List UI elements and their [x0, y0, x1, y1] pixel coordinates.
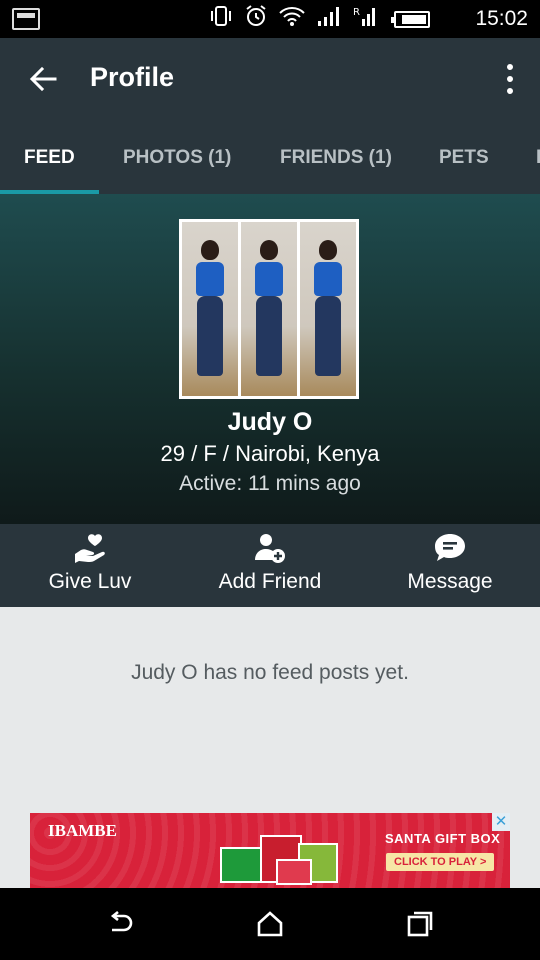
profile-active-status: Active: 11 mins ago — [179, 472, 361, 495]
status-icons: R — [208, 4, 430, 35]
alarm-icon — [244, 4, 268, 35]
gift-box-image — [200, 819, 360, 885]
navigation-bar — [0, 888, 540, 960]
ad-cta-button[interactable]: CLICK TO PLAY > — [386, 853, 495, 871]
photo-panel — [300, 222, 356, 396]
wifi-icon — [278, 5, 306, 34]
add-friend-button[interactable]: Add Friend — [180, 524, 360, 607]
roaming-signal-icon: R — [352, 5, 378, 34]
screenshot-icon — [12, 8, 40, 30]
action-bar: Give Luv Add Friend Message — [0, 524, 540, 607]
tab-feed[interactable]: FEED — [24, 122, 75, 194]
svg-text:R: R — [353, 7, 360, 18]
arrow-left-icon[interactable] — [28, 64, 58, 94]
status-time: 15:02 — [475, 7, 528, 30]
tab-pets[interactable]: PETS — [439, 122, 489, 194]
give-luv-button[interactable]: Give Luv — [0, 524, 180, 607]
add-person-icon — [253, 532, 287, 564]
profile-photo[interactable] — [179, 219, 359, 399]
message-button[interactable]: Message — [360, 524, 540, 607]
chat-bubble-icon — [433, 532, 467, 564]
ad-banner[interactable]: IBAMBE SANTA GIFT BOX CLICK TO PLAY > ✕ — [30, 813, 510, 888]
tab-bar: FEED PHOTOS (1) FRIENDS (1) PETS I — [0, 122, 540, 194]
ad-title: SANTA GIFT BOX — [385, 831, 501, 846]
give-luv-label: Give Luv — [48, 570, 132, 593]
empty-feed-message: Judy O has no feed posts yet. — [131, 661, 409, 684]
page-title: Profile — [90, 62, 175, 92]
tab-photos[interactable]: PHOTOS (1) — [123, 122, 231, 194]
signal-icon — [316, 5, 342, 34]
recents-nav-icon[interactable] — [406, 910, 434, 938]
home-nav-icon[interactable] — [256, 910, 284, 938]
photo-panel — [182, 222, 238, 396]
status-bar: R 15:02 — [0, 0, 540, 38]
battery-icon — [391, 10, 430, 28]
add-friend-label: Add Friend — [218, 570, 322, 593]
app-bar: Profile — [0, 38, 540, 122]
vibrate-icon — [208, 5, 234, 34]
message-label: Message — [407, 570, 493, 593]
profile-name: Judy O — [227, 408, 313, 436]
heart-hand-icon — [73, 532, 107, 564]
back-nav-icon[interactable] — [106, 910, 134, 938]
close-icon[interactable]: ✕ — [492, 813, 510, 831]
tab-friends[interactable]: FRIENDS (1) — [280, 122, 392, 194]
ad-logo: IBAMBE — [48, 821, 117, 840]
tab-overflow-partial[interactable]: I — [536, 122, 540, 194]
photo-panel — [241, 222, 297, 396]
profile-details: 29 / F / Nairobi, Kenya — [160, 441, 380, 466]
more-vert-icon[interactable] — [506, 64, 514, 94]
profile-header: Judy O 29 / F / Nairobi, Kenya Active: 1… — [0, 194, 540, 524]
feed-section: Judy O has no feed posts yet. IBAMBE SAN… — [0, 607, 540, 888]
